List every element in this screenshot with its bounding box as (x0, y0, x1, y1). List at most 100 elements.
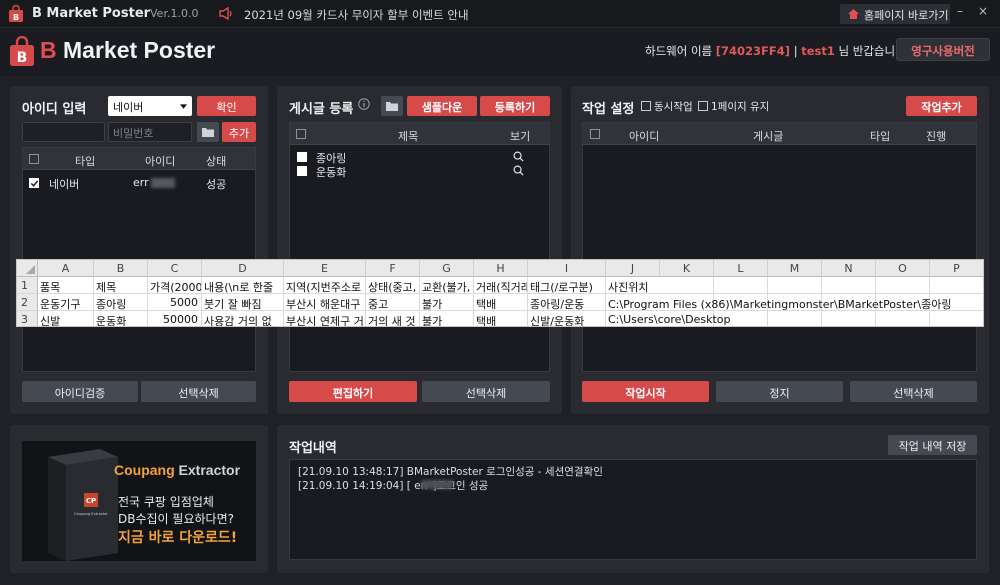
spreadsheet-cell[interactable] (876, 311, 930, 326)
spreadsheet-cell[interactable]: 사진위치 (606, 277, 660, 294)
save-history-button[interactable]: 작업 내역 저장 (888, 435, 977, 455)
keep-page-checkbox[interactable] (698, 101, 708, 111)
delete-selected-ids-button[interactable]: 선택삭제 (141, 381, 256, 402)
spreadsheet-cell[interactable]: 신발 (38, 311, 94, 326)
spreadsheet-cell[interactable]: 중고 (366, 294, 420, 311)
column-header[interactable]: G (420, 260, 474, 277)
id-row[interactable]: 네이버 err 성공 (23, 173, 255, 191)
spreadsheet-cell[interactable]: 품목 (38, 277, 94, 294)
delete-selected-posts-button[interactable]: 선택삭제 (422, 381, 550, 402)
column-header[interactable]: J (606, 260, 660, 277)
spreadsheet-cell[interactable]: 부산시 해운대구 (284, 294, 366, 311)
spreadsheet-cell[interactable]: 거래(직거래 (474, 277, 528, 294)
select-all-checkbox[interactable] (29, 154, 39, 164)
coupang-extractor-ad[interactable]: CP Coupang Extractor Coupang Extractor 전… (22, 441, 256, 561)
row-checkbox[interactable] (297, 166, 307, 176)
spreadsheet-cell[interactable]: 종아링 (94, 294, 148, 311)
spreadsheet-cell[interactable]: 5000 (148, 294, 202, 311)
row-number[interactable]: 1 (17, 277, 38, 294)
column-header[interactable]: N (822, 260, 876, 277)
spreadsheet-cell[interactable]: 운동기구 (38, 294, 94, 311)
spreadsheet-cell[interactable] (930, 277, 983, 294)
spreadsheet-cell[interactable]: 태그(/로구분) (528, 277, 606, 294)
column-header[interactable]: I (528, 260, 606, 277)
spreadsheet-cell[interactable]: 내용(\n로 한줄 (202, 277, 284, 294)
minimize-button[interactable]: – (957, 4, 963, 18)
platform-select[interactable]: 네이버 (108, 96, 192, 116)
spreadsheet-cell[interactable] (822, 277, 876, 294)
row-number[interactable]: 2 (17, 294, 38, 311)
search-icon[interactable] (513, 165, 524, 176)
lifetime-license-button[interactable]: 영구사용버전 (896, 38, 990, 61)
column-header[interactable]: L (714, 260, 768, 277)
spreadsheet-cell[interactable]: C:\Program Files (x86)\Marketingmonster\… (606, 294, 951, 311)
column-header[interactable]: H (474, 260, 528, 277)
spreadsheet-cell[interactable]: 가격(2000 (148, 277, 202, 294)
spreadsheet-cell[interactable]: 상태(중고, (366, 277, 420, 294)
post-row[interactable]: 종아링 (290, 150, 549, 165)
spreadsheet-cell[interactable]: 운동화 (94, 311, 148, 326)
spreadsheet-cell[interactable] (768, 311, 822, 326)
row-number[interactable]: 3 (17, 311, 38, 326)
simultaneous-checkbox[interactable] (641, 101, 651, 111)
column-header[interactable]: M (768, 260, 822, 277)
select-all-checkbox[interactable] (296, 129, 306, 139)
add-task-button[interactable]: 작업추가 (906, 96, 977, 116)
column-header[interactable]: A (38, 260, 94, 277)
spreadsheet-cell[interactable]: 거의 새 것 (366, 311, 420, 326)
column-header[interactable]: C (148, 260, 202, 277)
delete-selected-tasks-button[interactable]: 선택삭제 (850, 381, 977, 402)
spreadsheet-cell[interactable]: 제목 (94, 277, 148, 294)
column-header[interactable]: O (876, 260, 930, 277)
column-header[interactable]: F (366, 260, 420, 277)
spreadsheet-cell[interactable]: 불가 (420, 294, 474, 311)
select-all-corner[interactable] (17, 260, 38, 277)
post-row[interactable]: 운동화 (290, 164, 549, 179)
open-folder-button[interactable] (381, 96, 403, 116)
id-input[interactable] (22, 122, 105, 142)
column-header[interactable]: E (284, 260, 366, 277)
spreadsheet-cell[interactable]: 택배 (474, 294, 528, 311)
spreadsheet-cell[interactable]: 사용감 거의 없 (202, 311, 284, 326)
add-id-button[interactable]: 추가 (222, 122, 256, 142)
spreadsheet-cell[interactable]: 부산시 연제구 거 (284, 311, 366, 326)
start-task-button[interactable]: 작업시작 (582, 381, 709, 402)
version-label: Ver.1.0.0 (150, 7, 199, 20)
spreadsheet-cell[interactable]: 교환(불가, (420, 277, 474, 294)
password-input[interactable]: 비밀번호 (108, 122, 192, 142)
spreadsheet-cell[interactable]: 불가 (420, 311, 474, 326)
spreadsheet-cell[interactable]: 종아링/운동 (528, 294, 606, 311)
select-all-checkbox[interactable] (590, 129, 600, 139)
open-folder-button[interactable] (197, 122, 219, 142)
sample-download-button[interactable]: 샘플다운 (407, 96, 477, 116)
stop-button[interactable]: 정지 (716, 381, 843, 402)
verify-id-button[interactable]: 아이디검증 (22, 381, 138, 402)
row-checkbox[interactable] (29, 178, 39, 188)
spreadsheet-cell[interactable]: 붓기 잘 빠짐 (202, 294, 284, 311)
spreadsheet-cell[interactable]: 신발/운동화 (528, 311, 606, 326)
platform-value: 네이버 (113, 101, 144, 114)
search-icon[interactable] (513, 151, 524, 162)
spreadsheet-cell[interactable]: 지역(지번주소로 (284, 277, 366, 294)
spreadsheet-cell[interactable]: 50000 (148, 311, 202, 326)
spreadsheet-cell[interactable] (768, 277, 822, 294)
info-icon[interactable] (358, 98, 370, 110)
spreadsheet-cell[interactable]: 택배 (474, 311, 528, 326)
spreadsheet-cell[interactable] (714, 277, 768, 294)
column-header[interactable]: K (660, 260, 714, 277)
spreadsheet-cell[interactable] (660, 277, 714, 294)
register-button[interactable]: 등록하기 (480, 96, 550, 116)
edit-button[interactable]: 편집하기 (289, 381, 417, 402)
row-checkbox[interactable] (297, 152, 307, 162)
spreadsheet-cell[interactable] (822, 311, 876, 326)
column-header[interactable]: P (930, 260, 983, 277)
close-button[interactable]: × (978, 4, 988, 18)
notice-link[interactable]: 2021년 09월 카드사 무이자 할부 이벤트 안내 (244, 7, 469, 23)
spreadsheet-cell[interactable]: C:\Users\core\Desktop (606, 311, 731, 326)
spreadsheet-cell[interactable] (930, 311, 983, 326)
column-header[interactable]: D (202, 260, 284, 277)
homepage-button[interactable]: 홈페이지 바로가기 (840, 4, 950, 24)
confirm-button[interactable]: 확인 (197, 96, 256, 116)
spreadsheet-cell[interactable] (876, 277, 930, 294)
column-header[interactable]: B (94, 260, 148, 277)
